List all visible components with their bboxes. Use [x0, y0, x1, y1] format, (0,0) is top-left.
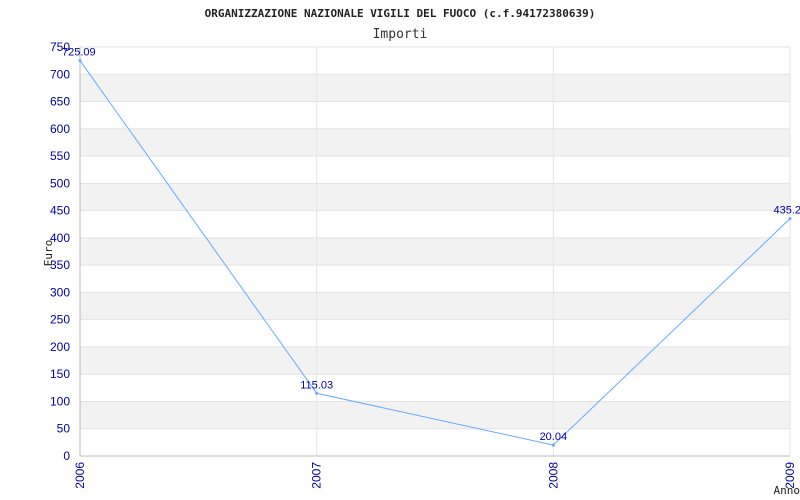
- x-tick-label: 2006: [73, 462, 87, 489]
- grid-band: [80, 128, 790, 157]
- line-chart: 0501001502002503003504004505005506006507…: [42, 7, 800, 497]
- grid-band: [80, 237, 790, 266]
- grid-band: [80, 183, 790, 211]
- y-tick-label: 500: [50, 176, 70, 190]
- grid-band: [80, 401, 790, 429]
- y-tick-label: 250: [50, 313, 70, 327]
- data-label: 115.03: [300, 379, 333, 391]
- data-label: 725.09: [62, 47, 96, 59]
- data-point: [551, 443, 555, 447]
- x-tick-label: 2008: [546, 462, 560, 489]
- y-tick-label: 100: [50, 394, 70, 408]
- x-tick-label: 2007: [310, 462, 324, 489]
- y-tick-label: 300: [50, 285, 70, 299]
- grid-band: [80, 74, 790, 102]
- y-tick-label: 50: [57, 422, 71, 436]
- y-tick-label: 0: [63, 449, 70, 463]
- y-tick-label: 600: [50, 122, 70, 136]
- data-point: [78, 59, 82, 63]
- y-tick-label: 200: [50, 340, 70, 354]
- y-tick-label: 650: [50, 95, 70, 109]
- y-axis-label: Euro: [42, 240, 55, 267]
- grid-band: [80, 292, 790, 320]
- data-point: [788, 217, 792, 221]
- chart-subtitle: Importi: [373, 27, 428, 42]
- x-tick-labels: 2006 2007 2008 2009: [73, 462, 797, 489]
- y-tick-label: 700: [50, 67, 70, 81]
- chart-title: ORGANIZZAZIONE NAZIONALE VIGILI DEL FUOC…: [205, 7, 596, 20]
- x-axis-label: Anno: [774, 484, 800, 497]
- data-label: 435.2: [773, 205, 800, 217]
- grid-band: [80, 346, 790, 375]
- plot-bands: [80, 74, 790, 429]
- y-tick-label: 450: [50, 204, 70, 218]
- y-tick-label: 550: [50, 149, 70, 163]
- y-tick-label: 150: [50, 367, 70, 381]
- data-label: 20.04: [540, 431, 568, 443]
- data-point: [315, 391, 319, 395]
